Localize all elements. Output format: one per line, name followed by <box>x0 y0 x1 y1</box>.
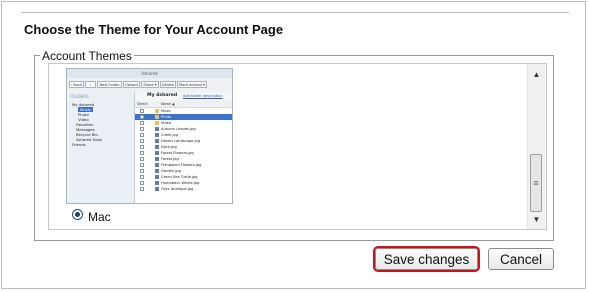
preview-col-name: Name ▲ <box>161 102 175 106</box>
vertical-scrollbar[interactable]: ▲ ≡ ▼ <box>527 64 545 229</box>
checkbox-icon <box>140 175 144 179</box>
folder-icon <box>155 109 159 113</box>
preview-column-header: Select Name ▲ <box>135 101 232 108</box>
preview-toolbar-button: › <box>85 81 96 88</box>
preview-toolbar-button: ‹ Back <box>69 81 84 88</box>
image-file-icon <box>155 139 159 143</box>
image-file-icon <box>155 127 159 131</box>
folder-icon <box>155 115 159 119</box>
preview-toolbar-button: New Folder <box>97 81 122 88</box>
preview-sidebar: FOLDERS My 4shared Music Photo Video Favorit… <box>67 92 135 203</box>
checkbox-icon <box>140 187 144 191</box>
preview-toolbar-button: Share ▾ <box>141 81 159 88</box>
radio-selected-dot <box>75 212 80 217</box>
cancel-button[interactable]: Cancel <box>488 248 554 270</box>
preview-file-row: Oryx Antelope.jpg <box>135 186 232 192</box>
preview-path-link: Add folder description <box>183 94 223 98</box>
grip-icon: ≡ <box>533 178 539 188</box>
checkbox-icon <box>140 121 144 125</box>
checkbox-icon <box>140 109 144 113</box>
account-themes-legend: Account Themes <box>40 49 134 63</box>
preview-toolbar-button: Delete <box>160 81 176 88</box>
checkbox-icon <box>140 139 144 143</box>
checkbox-icon <box>140 151 144 155</box>
preview-window-title: 4shared <box>67 69 232 78</box>
theme-radio-mac[interactable] <box>72 209 83 220</box>
mac-theme-preview[interactable]: 4shared ‹ Back › New Folder Upload Share ▾ De… <box>66 68 233 204</box>
preview-path-title: My 4shared <box>147 93 178 98</box>
folder-icon <box>155 121 159 125</box>
image-file-icon <box>155 163 159 167</box>
preview-toolbar-button: Upload <box>123 81 140 88</box>
down-arrow-icon[interactable]: ▼ <box>528 211 545 228</box>
top-divider <box>21 12 569 13</box>
image-file-icon <box>155 169 159 173</box>
checkbox-icon <box>140 157 144 161</box>
checkbox-icon <box>140 127 144 131</box>
preview-toolbar: ‹ Back › New Folder Upload Share ▾ Delete More… <box>67 78 232 93</box>
scrollbar-thumb[interactable]: ≡ <box>530 154 542 212</box>
theme-label-mac: Mac <box>88 210 111 224</box>
preview-sidebar-item: Friends <box>72 142 86 147</box>
preview-toolbar-button: More actions ▾ <box>177 81 207 88</box>
up-arrow-icon[interactable]: ▲ <box>528 66 545 83</box>
checkbox-icon <box>140 145 144 149</box>
image-file-icon <box>155 151 159 155</box>
preview-sidebar-header: FOLDERS <box>70 94 89 99</box>
image-file-icon <box>155 175 159 179</box>
checkbox-icon <box>140 169 144 173</box>
checkbox-icon <box>140 115 144 119</box>
image-file-icon <box>155 157 159 161</box>
checkbox-icon <box>140 163 144 167</box>
image-file-icon <box>155 133 159 137</box>
image-file-icon <box>155 181 159 185</box>
save-changes-button[interactable]: Save changes <box>375 248 478 270</box>
image-file-icon <box>155 187 159 191</box>
preview-file-name: Oryx Antelope.jpg <box>161 187 194 191</box>
checkbox-icon <box>140 181 144 185</box>
image-file-icon <box>155 145 159 149</box>
page-title: Choose the Theme for Your Account Page <box>24 22 284 37</box>
preview-col-select: Select <box>137 102 148 106</box>
checkbox-icon <box>140 133 144 137</box>
